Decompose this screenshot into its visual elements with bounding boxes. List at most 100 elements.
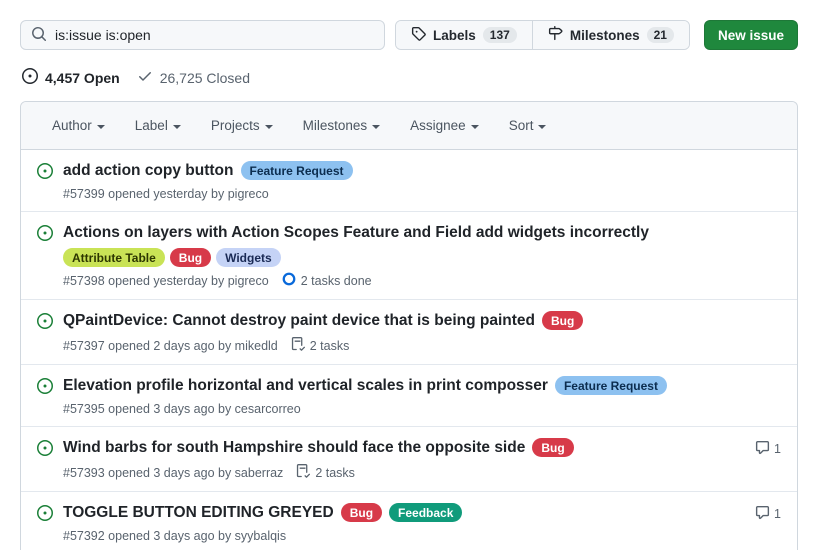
issue-row: Wind barbs for south Hampshire should fa…: [21, 427, 797, 492]
comment-column: [721, 221, 781, 289]
open-count-label: 4,457 Open: [45, 70, 120, 86]
issue-main: QPaintDevice: Cannot destroy paint devic…: [63, 309, 721, 354]
issue-main: Elevation profile horizontal and vertica…: [63, 374, 721, 416]
issue-title-link[interactable]: Actions on layers with Action Scopes Fea…: [63, 221, 649, 244]
closed-count-label: 26,725 Closed: [160, 70, 250, 86]
milestones-button-label: Milestones: [570, 28, 640, 43]
issue-meta-text: #57392 opened 3 days ago by syybalqis: [63, 529, 286, 543]
comment-count-link[interactable]: 1: [755, 440, 781, 458]
labels-milestones-group: Labels 137 Milestones 21: [395, 20, 690, 50]
new-issue-button[interactable]: New issue: [704, 20, 798, 50]
issue-meta: #57397 opened 2 days ago by mikedld2 tas…: [63, 337, 721, 354]
comment-column: 1: [721, 501, 781, 543]
issues-search-box[interactable]: [20, 20, 385, 50]
filter-milestones[interactable]: Milestones: [288, 118, 396, 133]
issue-title-line: QPaintDevice: Cannot destroy paint devic…: [63, 309, 721, 332]
issue-label[interactable]: Feature Request: [555, 376, 667, 395]
chevron-down-icon: [97, 125, 105, 129]
comment-icon: [755, 440, 770, 458]
filter-assignee[interactable]: Assignee: [395, 118, 494, 133]
issue-opened-icon: [37, 221, 63, 289]
tasks-label: 2 tasks: [315, 466, 355, 480]
issue-meta: #57392 opened 3 days ago by syybalqis: [63, 529, 721, 543]
issue-main: Wind barbs for south Hampshire should fa…: [63, 436, 721, 481]
issue-list: add action copy button Feature Request #57…: [21, 150, 797, 550]
tasks-done-label: 2 tasks done: [301, 274, 372, 288]
issue-label[interactable]: Widgets: [216, 248, 281, 267]
milestone-icon: [548, 26, 563, 44]
top-toolbar: Labels 137 Milestones 21 New issue: [20, 20, 798, 50]
comment-column: 1: [721, 436, 781, 481]
issue-meta: #57398 opened yesterday by pigreco 2 task…: [63, 272, 721, 289]
open-issues-toggle[interactable]: 4,457 Open: [22, 68, 120, 87]
tasklist-icon: [291, 337, 305, 354]
tasks-indicator[interactable]: 2 tasks: [296, 464, 355, 481]
issues-list-box: Author Label Projects Milestones Assignee Sor…: [20, 101, 798, 550]
issue-label[interactable]: Feature Request: [241, 161, 353, 180]
comment-count: 1: [774, 442, 781, 456]
issue-label[interactable]: Bug: [542, 311, 583, 330]
filter-label: Author: [52, 118, 92, 133]
comment-column: [721, 309, 781, 354]
chevron-down-icon: [538, 125, 546, 129]
issue-meta-text: #57398 opened yesterday by pigreco: [63, 274, 269, 288]
comment-column: [721, 159, 781, 201]
closed-issues-toggle[interactable]: 26,725 Closed: [137, 68, 250, 87]
issue-title-link[interactable]: add action copy button: [63, 159, 234, 182]
tasklist-icon: [296, 464, 310, 481]
filter-author[interactable]: Author: [37, 118, 120, 133]
issue-title-line: Elevation profile horizontal and vertica…: [63, 374, 721, 397]
issue-meta-text: #57393 opened 3 days ago by saberraz: [63, 466, 283, 480]
milestones-button[interactable]: Milestones 21: [532, 21, 689, 49]
issue-meta: #57395 opened 3 days ago by cesarcorreo: [63, 402, 721, 416]
issue-label[interactable]: Bug: [532, 438, 573, 457]
comment-count-link[interactable]: 1: [755, 505, 781, 523]
issue-title-link[interactable]: Wind barbs for south Hampshire should fa…: [63, 436, 525, 459]
issue-label[interactable]: Bug: [341, 503, 382, 522]
filter-sort[interactable]: Sort: [494, 118, 562, 133]
issue-row: TOGGLE BUTTON EDITING GREYED Bug Feedback #…: [21, 492, 797, 550]
issue-label[interactable]: Attribute Table: [63, 248, 165, 267]
issue-title-line: Wind barbs for south Hampshire should fa…: [63, 436, 721, 459]
comment-column: [721, 374, 781, 416]
issues-page: Labels 137 Milestones 21 New issue 4,457…: [0, 0, 816, 550]
filter-projects[interactable]: Projects: [196, 118, 288, 133]
tag-icon: [411, 26, 426, 44]
issue-state-summary: 4,457 Open 26,725 Closed: [22, 68, 798, 87]
comment-count: 1: [774, 507, 781, 521]
issue-label[interactable]: Bug: [170, 248, 211, 267]
filter-label: Label: [135, 118, 168, 133]
issue-title-line: Actions on layers with Action Scopes Fea…: [63, 221, 721, 244]
chevron-down-icon: [372, 125, 380, 129]
labels-button[interactable]: Labels 137: [396, 21, 532, 49]
labels-count-badge: 137: [483, 27, 517, 43]
issue-title-link[interactable]: TOGGLE BUTTON EDITING GREYED: [63, 501, 334, 524]
issue-meta-text: #57399 opened yesterday by pigreco: [63, 187, 269, 201]
filter-label: Milestones: [303, 118, 368, 133]
issue-opened-icon: [37, 501, 63, 543]
issue-label[interactable]: Feedback: [389, 503, 462, 522]
issue-labels-line: Attribute Table Bug Widgets: [63, 248, 721, 267]
filter-label: Assignee: [410, 118, 466, 133]
milestones-count-badge: 21: [647, 27, 674, 43]
issue-main: TOGGLE BUTTON EDITING GREYED Bug Feedback #…: [63, 501, 721, 543]
issue-meta: #57393 opened 3 days ago by saberraz 2 ta…: [63, 464, 721, 481]
issue-opened-icon: [37, 374, 63, 416]
filter-label: Sort: [509, 118, 534, 133]
tasks-indicator[interactable]: 2 tasks: [291, 337, 350, 354]
chevron-down-icon: [265, 125, 273, 129]
filter-label[interactable]: Label: [120, 118, 196, 133]
issue-title-link[interactable]: QPaintDevice: Cannot destroy paint devic…: [63, 309, 535, 332]
search-input[interactable]: [55, 27, 374, 43]
issue-opened-icon: [37, 436, 63, 481]
issue-title-link[interactable]: Elevation profile horizontal and vertica…: [63, 374, 548, 397]
issue-row: QPaintDevice: Cannot destroy paint devic…: [21, 300, 797, 365]
issue-title-line: add action copy button Feature Request: [63, 159, 721, 182]
issue-opened-icon: [37, 309, 63, 354]
tasks-done-indicator[interactable]: 2 tasks done: [282, 272, 372, 289]
search-icon: [31, 26, 47, 45]
comment-icon: [755, 505, 770, 523]
chevron-down-icon: [173, 125, 181, 129]
labels-button-label: Labels: [433, 28, 476, 43]
issue-main: add action copy button Feature Request #57…: [63, 159, 721, 201]
